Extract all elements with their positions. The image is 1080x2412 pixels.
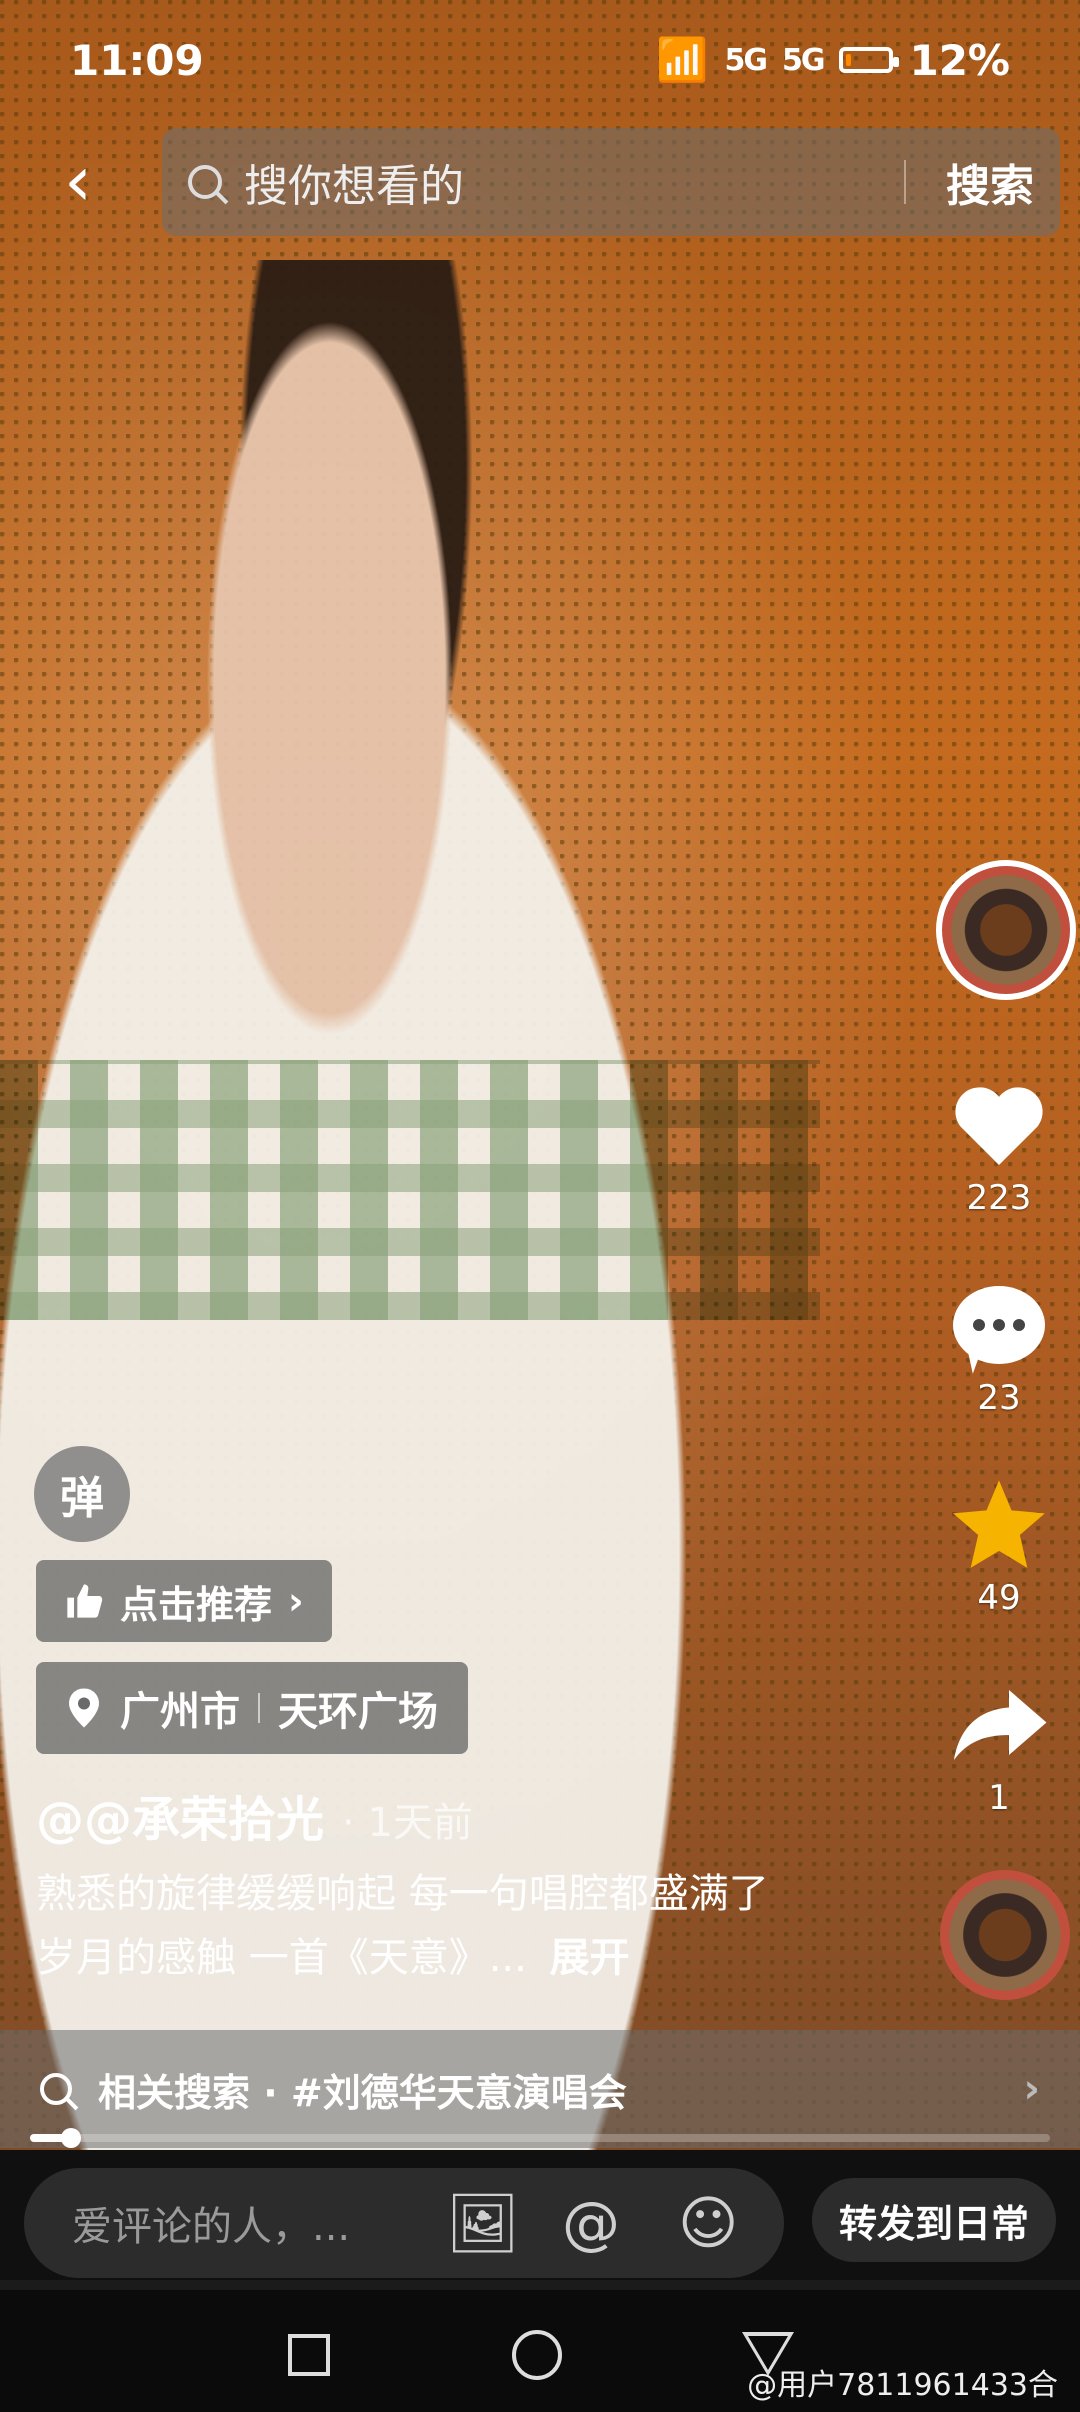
mention-icon[interactable]: @ bbox=[562, 2194, 620, 2252]
comment-input[interactable]: 爱评论的人，... 🖼 @ ☺ bbox=[24, 2168, 784, 2278]
comment-count: 23 bbox=[977, 1378, 1021, 1418]
search-box[interactable]: 搜你想看的 搜索 bbox=[162, 128, 1060, 236]
top-bar: ‹ 搜你想看的 搜索 bbox=[0, 128, 1080, 238]
image-icon[interactable]: 🖼 bbox=[446, 2194, 520, 2252]
favorite-count: 49 bbox=[977, 1578, 1021, 1618]
related-search-bar[interactable]: 相关搜索 · #刘德华天意演唱会 › bbox=[0, 2030, 1080, 2148]
emoji-icon[interactable]: ☺ bbox=[678, 2194, 738, 2252]
share-icon[interactable] bbox=[949, 1680, 1049, 1770]
search-icon bbox=[40, 2073, 72, 2105]
status-time: 11:09 bbox=[70, 35, 204, 85]
expand-button[interactable]: 展开 bbox=[550, 1935, 630, 1981]
location-divider bbox=[258, 1693, 260, 1723]
battery-fill bbox=[846, 54, 852, 66]
comment-action[interactable]: 23 bbox=[940, 1280, 1058, 1418]
status-bar: 11:09 📶 5G 5G 12% bbox=[0, 0, 1080, 120]
chevron-right-icon: › bbox=[288, 1579, 304, 1623]
star-icon[interactable] bbox=[949, 1480, 1049, 1570]
like-action[interactable]: 223 bbox=[940, 1080, 1058, 1218]
wifi-icon: 📶 bbox=[656, 35, 709, 84]
location-tag[interactable]: 广州市 天环广场 bbox=[36, 1662, 468, 1754]
recent-apps-icon[interactable] bbox=[288, 2334, 330, 2376]
shirt-pattern bbox=[0, 1060, 820, 1320]
recommend-button[interactable]: 点击推荐 › bbox=[36, 1560, 332, 1642]
comment-icon[interactable] bbox=[949, 1280, 1049, 1370]
danmu-toggle-button[interactable]: 弹 bbox=[34, 1446, 130, 1542]
video-progress-bar[interactable] bbox=[30, 2128, 1050, 2148]
location-city: 广州市 bbox=[120, 1689, 240, 1735]
battery-icon bbox=[839, 47, 900, 73]
post-description: 熟悉的旋律缓缓响起 每一句唱腔都盛满了岁月的感触 一首《天意》... 展开 bbox=[36, 1862, 796, 1990]
recommend-label: 点击推荐 bbox=[120, 1582, 273, 1627]
search-divider bbox=[904, 160, 906, 204]
share-count: 1 bbox=[988, 1778, 1010, 1818]
author-name[interactable]: @@承荣拾光 bbox=[36, 1780, 324, 1850]
location-place: 天环广场 bbox=[278, 1689, 438, 1735]
search-input[interactable]: 搜你想看的 bbox=[244, 150, 904, 214]
comment-bar: 爱评论的人，... 🖼 @ ☺ 转发到日常 bbox=[0, 2150, 1080, 2280]
share-action[interactable]: 1 bbox=[940, 1680, 1058, 1818]
search-button[interactable]: 搜索 bbox=[946, 150, 1034, 214]
post-time: · 1天前 bbox=[342, 1800, 473, 1846]
signal-icon-2: 5G bbox=[781, 42, 825, 78]
signal-icon-1: 5G bbox=[724, 42, 767, 78]
forward-to-daily-button[interactable]: 转发到日常 bbox=[812, 2178, 1056, 2262]
comment-placeholder: 爱评论的人，... bbox=[72, 2204, 351, 2250]
related-search-label: 相关搜索 · #刘德华天意演唱会 bbox=[98, 2070, 627, 2115]
music-disc-icon[interactable] bbox=[940, 1870, 1070, 2000]
author-line: @@承荣拾光 · 1天前 bbox=[36, 1780, 473, 1850]
author-avatar[interactable] bbox=[936, 860, 1076, 1000]
thumbs-up-icon bbox=[67, 1584, 103, 1618]
post-description-text: 熟悉的旋律缓缓响起 每一句唱腔都盛满了岁月的感触 一首《天意》... bbox=[36, 1871, 769, 1981]
heart-icon[interactable] bbox=[949, 1080, 1049, 1170]
location-pin-icon bbox=[69, 1688, 99, 1728]
battery-percent: 12% bbox=[909, 35, 1010, 85]
home-icon[interactable] bbox=[512, 2330, 562, 2380]
progress-handle[interactable] bbox=[60, 2128, 81, 2148]
back-icon[interactable]: ‹ bbox=[48, 146, 108, 216]
search-icon bbox=[188, 165, 222, 199]
favorite-action[interactable]: 49 bbox=[940, 1480, 1058, 1618]
watermark: @用户7811961433合 bbox=[747, 2368, 1058, 2403]
like-count: 223 bbox=[966, 1178, 1032, 1218]
chevron-right-icon: › bbox=[1023, 2066, 1040, 2112]
